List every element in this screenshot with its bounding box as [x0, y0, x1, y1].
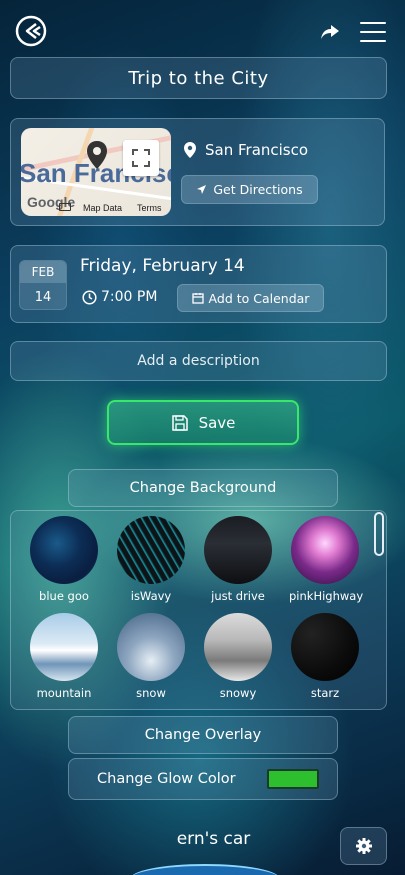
background-option-snowy[interactable]: snowy: [202, 613, 274, 700]
calendar-icon: [191, 293, 204, 304]
background-thumbnail[interactable]: [30, 613, 98, 681]
background-thumbnail[interactable]: [117, 613, 185, 681]
change-overlay-label: Change Overlay: [144, 727, 262, 743]
background-thumbnail[interactable]: [291, 516, 359, 584]
add-to-calendar-button[interactable]: Add to Calendar: [177, 284, 324, 312]
clock-icon: [82, 290, 97, 305]
navigation-arrow-icon: [197, 185, 207, 194]
background-option-mountain[interactable]: mountain: [28, 613, 100, 700]
change-background-button[interactable]: Change Background: [68, 469, 338, 507]
share-icon[interactable]: [320, 22, 340, 42]
background-thumbnail[interactable]: [30, 516, 98, 584]
save-button[interactable]: Save: [107, 400, 299, 445]
event-title: Trip to the City: [128, 67, 269, 89]
event-title-field[interactable]: Trip to the City: [10, 57, 387, 99]
event-date[interactable]: Friday, February 14: [80, 256, 245, 276]
get-directions-button[interactable]: Get Directions: [181, 175, 318, 204]
background-picker-scrollbar[interactable]: [374, 512, 384, 556]
calendar-day: 14: [20, 283, 66, 309]
calendar-month: FEB: [20, 261, 66, 283]
calendar-badge: FEB 14: [19, 260, 67, 310]
glow-color-swatch[interactable]: [267, 769, 319, 789]
fullscreen-icon[interactable]: [123, 140, 159, 176]
terms-link[interactable]: Terms: [137, 203, 162, 213]
background-option-starz[interactable]: starz: [289, 613, 361, 700]
background-label: snow: [136, 686, 166, 700]
description-input[interactable]: Add a description: [10, 341, 387, 381]
background-option-blue-goo[interactable]: blue goo: [28, 516, 100, 603]
location-name: San Francisco: [205, 141, 309, 159]
background-option-iswavy[interactable]: isWavy: [115, 516, 187, 603]
background-thumbnail[interactable]: [204, 516, 272, 584]
map-data-link[interactable]: Map Data: [83, 203, 122, 213]
map-pin-icon: [87, 141, 107, 169]
save-icon: [171, 414, 188, 431]
description-placeholder: Add a description: [137, 353, 260, 369]
background-label: blue goo: [39, 589, 89, 603]
background-label: snowy: [219, 686, 257, 700]
background-label: mountain: [36, 686, 92, 700]
background-label: pinkHighway: [289, 589, 364, 603]
change-overlay-button[interactable]: Change Overlay: [68, 716, 338, 754]
location-pin-icon: [184, 142, 196, 158]
app-logo-icon[interactable]: [14, 14, 48, 48]
background-option-just-drive[interactable]: just drive: [202, 516, 274, 603]
settings-button[interactable]: [340, 827, 387, 865]
background-label: isWavy: [130, 589, 172, 603]
change-background-label: Change Background: [129, 480, 277, 496]
get-directions-label: Get Directions: [213, 182, 303, 197]
event-time[interactable]: 7:00 PM: [101, 289, 157, 305]
add-to-calendar-label: Add to Calendar: [208, 290, 310, 306]
gear-icon: [355, 838, 372, 854]
background-option-pinkhighway[interactable]: pinkHighway: [289, 516, 364, 603]
background-thumbnail[interactable]: [204, 613, 272, 681]
bottom-sheet-handle[interactable]: [130, 864, 280, 875]
background-option-snow[interactable]: snow: [115, 613, 187, 700]
map-preview[interactable]: San Francisco Google Map Data Terms: [21, 128, 171, 216]
save-label: Save: [198, 413, 236, 432]
background-label: just drive: [211, 589, 265, 603]
change-glow-color-label: Change Glow Color: [97, 771, 236, 787]
background-thumbnail[interactable]: [117, 516, 185, 584]
background-thumbnail[interactable]: [291, 613, 359, 681]
background-label: starz: [310, 686, 340, 700]
background-picker[interactable]: blue goo isWavy just drive pinkHighway m…: [10, 510, 387, 710]
hamburger-menu-icon[interactable]: [360, 22, 386, 44]
keyboard-icon[interactable]: [59, 203, 71, 211]
